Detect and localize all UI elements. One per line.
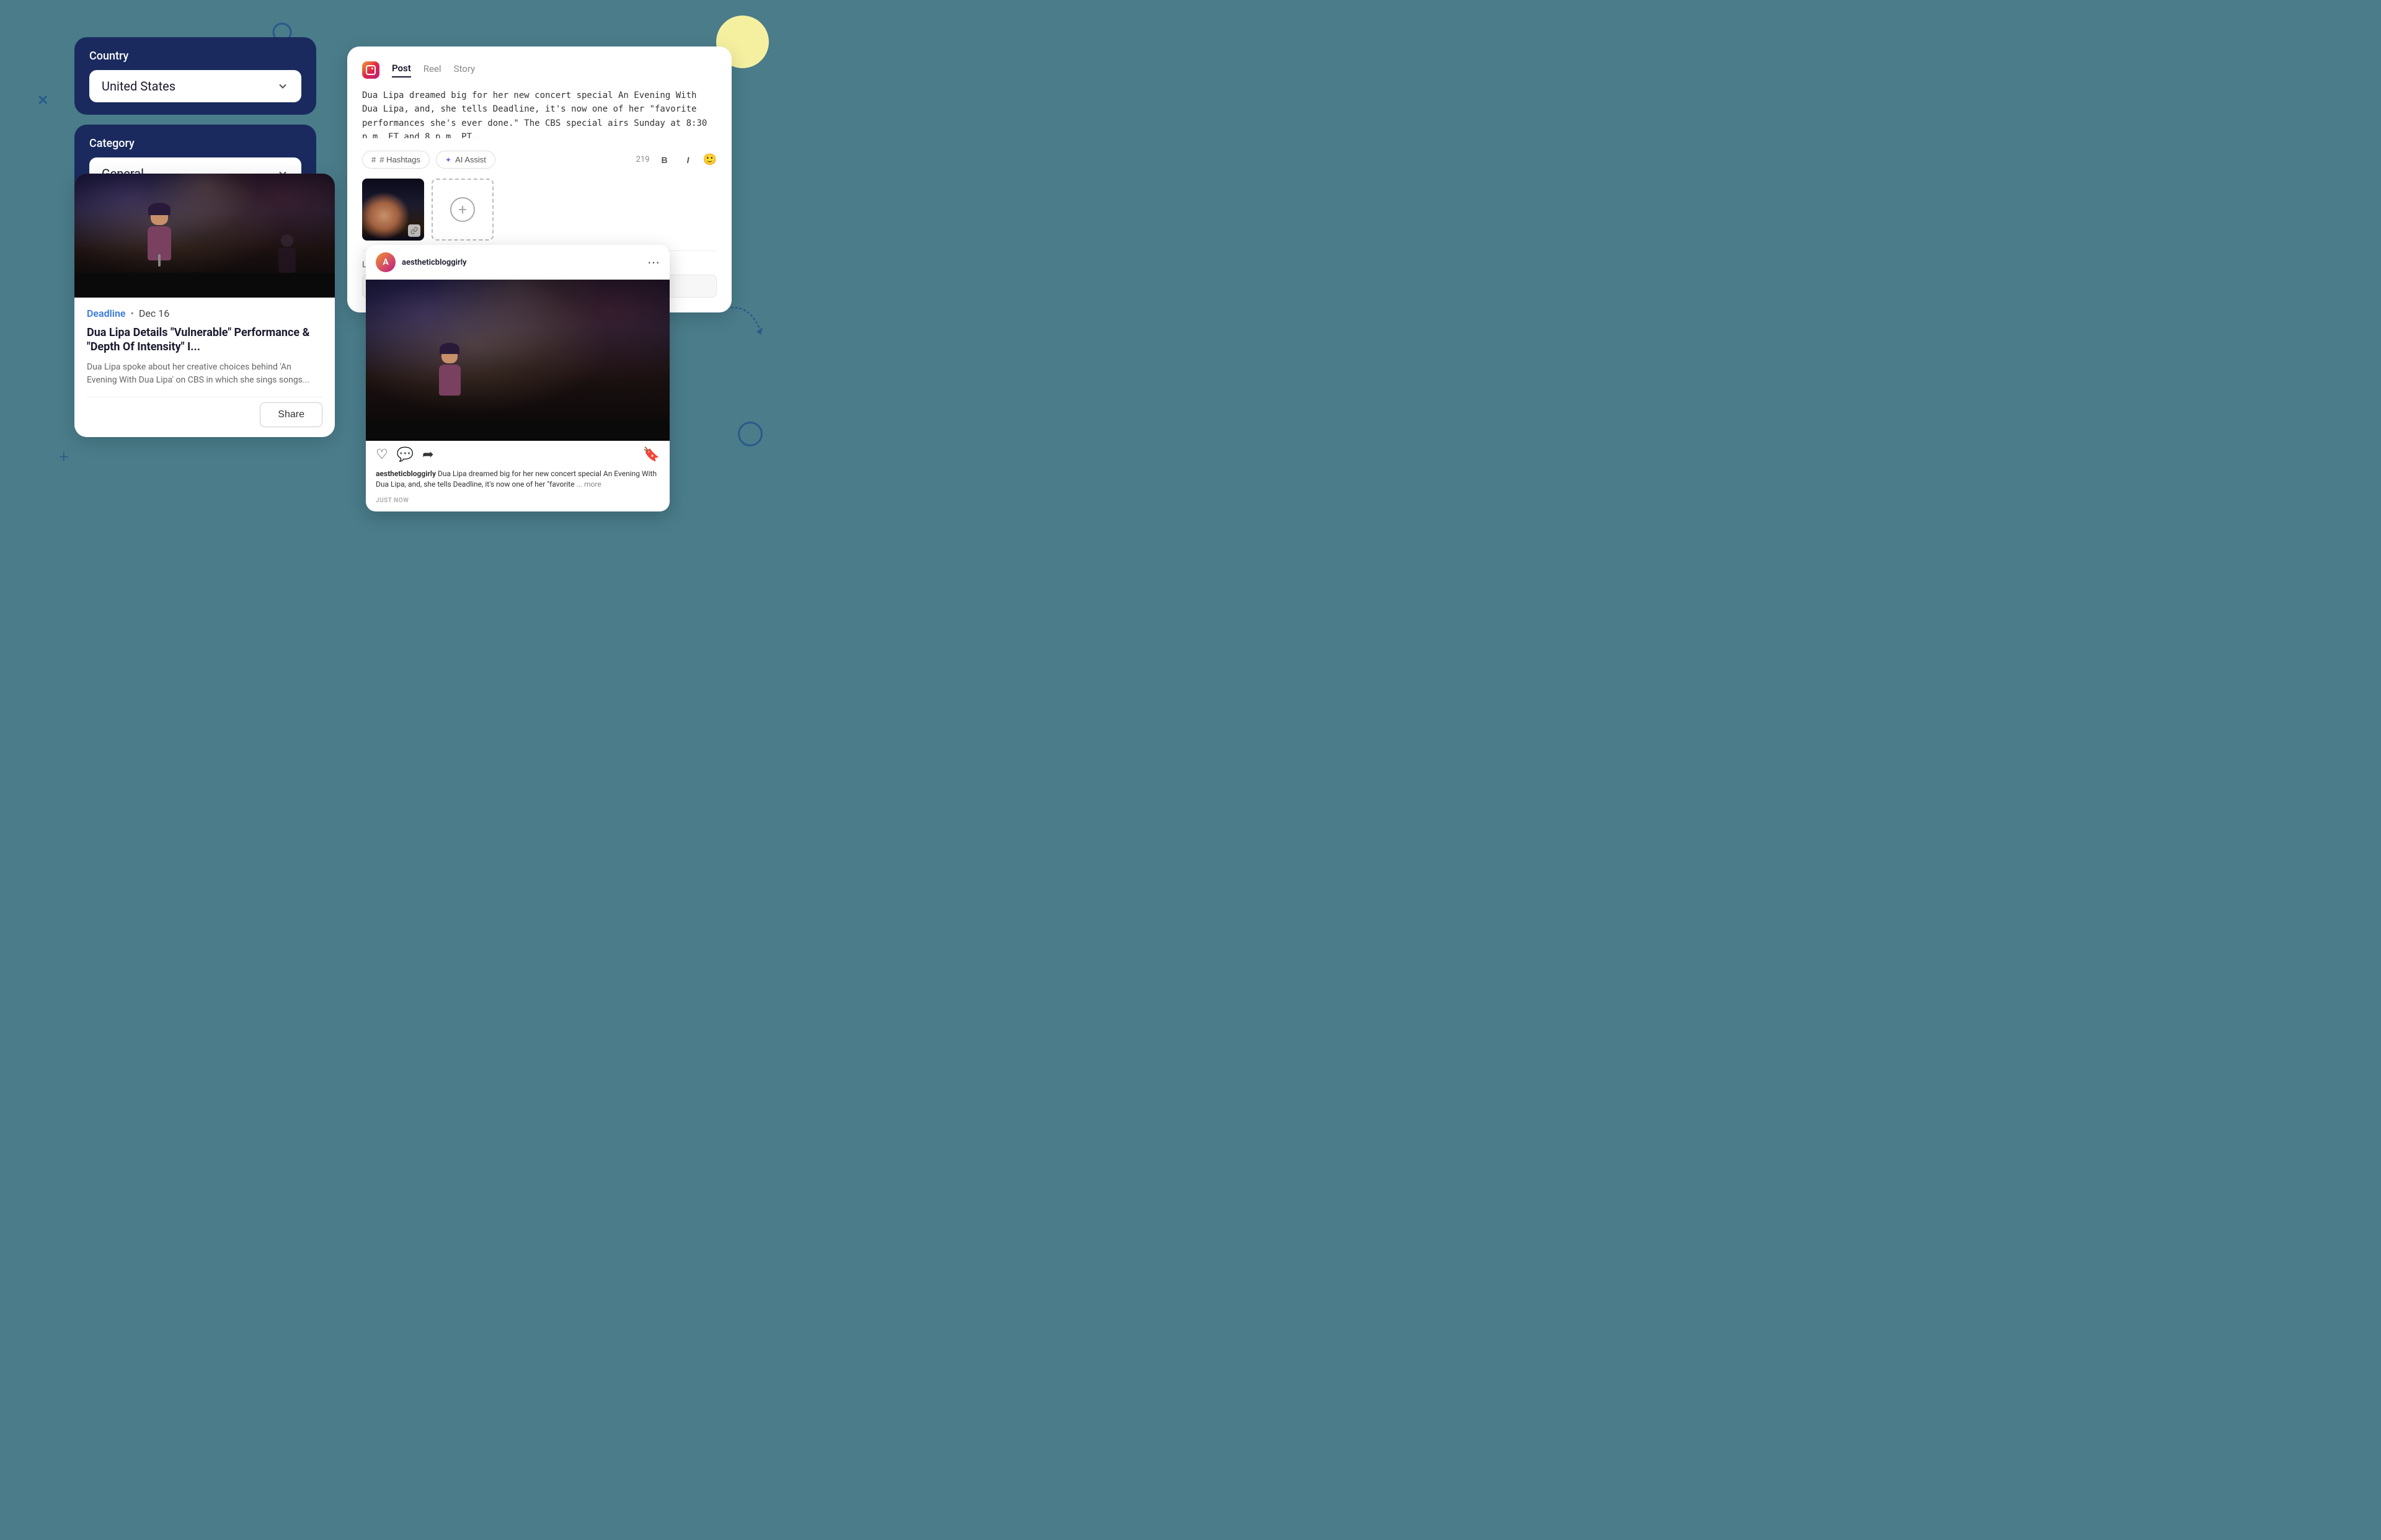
tab-reel[interactable]: Reel bbox=[423, 63, 441, 77]
tab-post[interactable]: Post bbox=[392, 63, 411, 77]
save-icon[interactable]: 🔖 bbox=[643, 447, 660, 462]
ig-preview-avatar: A bbox=[376, 252, 396, 272]
news-card: Deadline • Dec 16 Dua Lipa Details "Vuln… bbox=[74, 174, 335, 437]
ig-tabs: Post Reel Story bbox=[362, 61, 717, 79]
image-link-icon bbox=[408, 224, 420, 237]
ig-image-thumb-1 bbox=[362, 179, 424, 241]
ig-preview-actions: ♡ 💬 ➦ 🔖 bbox=[366, 441, 670, 469]
ai-assist-button[interactable]: ✦ AI Assist bbox=[436, 151, 495, 169]
ig-preview-image bbox=[366, 280, 670, 441]
more-options-button[interactable]: ⋯ bbox=[647, 255, 660, 270]
news-image bbox=[74, 174, 335, 298]
add-circle-icon: + bbox=[450, 197, 475, 222]
news-source: Deadline bbox=[87, 308, 126, 319]
country-value: United States bbox=[102, 79, 175, 94]
share-button[interactable]: Share bbox=[260, 402, 322, 427]
emoji-button[interactable]: 🙂 bbox=[703, 153, 717, 166]
news-source-line: Deadline • Dec 16 bbox=[87, 308, 322, 319]
news-date: Dec 16 bbox=[139, 308, 169, 319]
news-content: Deadline • Dec 16 Dua Lipa Details "Vuln… bbox=[74, 298, 335, 437]
hashtags-label: # Hashtags bbox=[379, 155, 420, 164]
ai-assist-label: AI Assist bbox=[455, 155, 486, 164]
post-text-input[interactable] bbox=[362, 89, 717, 138]
hashtag-icon: # bbox=[371, 155, 376, 164]
instagram-logo-inner bbox=[366, 65, 376, 75]
comment-icon[interactable]: 💬 bbox=[397, 447, 414, 462]
ig-preview-user: A aestheticbloggirly bbox=[376, 252, 467, 272]
add-image-button[interactable]: + bbox=[432, 179, 494, 241]
country-select[interactable]: United States bbox=[89, 70, 301, 102]
news-footer: Share bbox=[87, 397, 322, 427]
tab-story[interactable]: Story bbox=[454, 63, 476, 77]
ig-preview-card: A aestheticbloggirly ⋯ ♡ 💬 ➦ bbox=[366, 245, 670, 511]
hashtags-button[interactable]: # # Hashtags bbox=[362, 151, 430, 169]
share-icon[interactable]: ➦ bbox=[422, 447, 433, 462]
like-icon[interactable]: ♡ bbox=[376, 447, 388, 462]
italic-button[interactable]: I bbox=[680, 151, 697, 169]
ig-toolbar: # # Hashtags ✦ AI Assist 219 B I 🙂 bbox=[362, 151, 717, 169]
country-filter-card: Country United States bbox=[74, 37, 316, 115]
ig-preview-header: A aestheticbloggirly ⋯ bbox=[366, 245, 670, 280]
news-dot: • bbox=[131, 308, 134, 319]
ig-preview-username: aestheticbloggirly bbox=[402, 258, 467, 267]
category-label: Category bbox=[89, 137, 301, 150]
news-title: Dua Lipa Details "Vulnerable" Performanc… bbox=[87, 325, 322, 355]
bold-button[interactable]: B bbox=[656, 151, 673, 169]
char-count: 219 bbox=[636, 155, 650, 164]
instagram-logo-dot bbox=[371, 68, 373, 69]
ig-images-row: + bbox=[362, 179, 717, 241]
news-excerpt: Dua Lipa spoke about her creative choice… bbox=[87, 361, 322, 387]
caption-more-link[interactable]: ... more bbox=[577, 480, 601, 489]
avatar-letter: A bbox=[383, 257, 388, 267]
country-label: Country bbox=[89, 50, 301, 63]
ai-icon: ✦ bbox=[445, 156, 451, 164]
ig-preview-caption: aestheticbloggirly Dua Lipa dreamed big … bbox=[366, 469, 670, 495]
instagram-logo-icon bbox=[362, 61, 379, 79]
caption-username: aestheticbloggirly bbox=[376, 469, 436, 478]
ig-preview-timestamp: JUST NOW bbox=[366, 495, 670, 511]
